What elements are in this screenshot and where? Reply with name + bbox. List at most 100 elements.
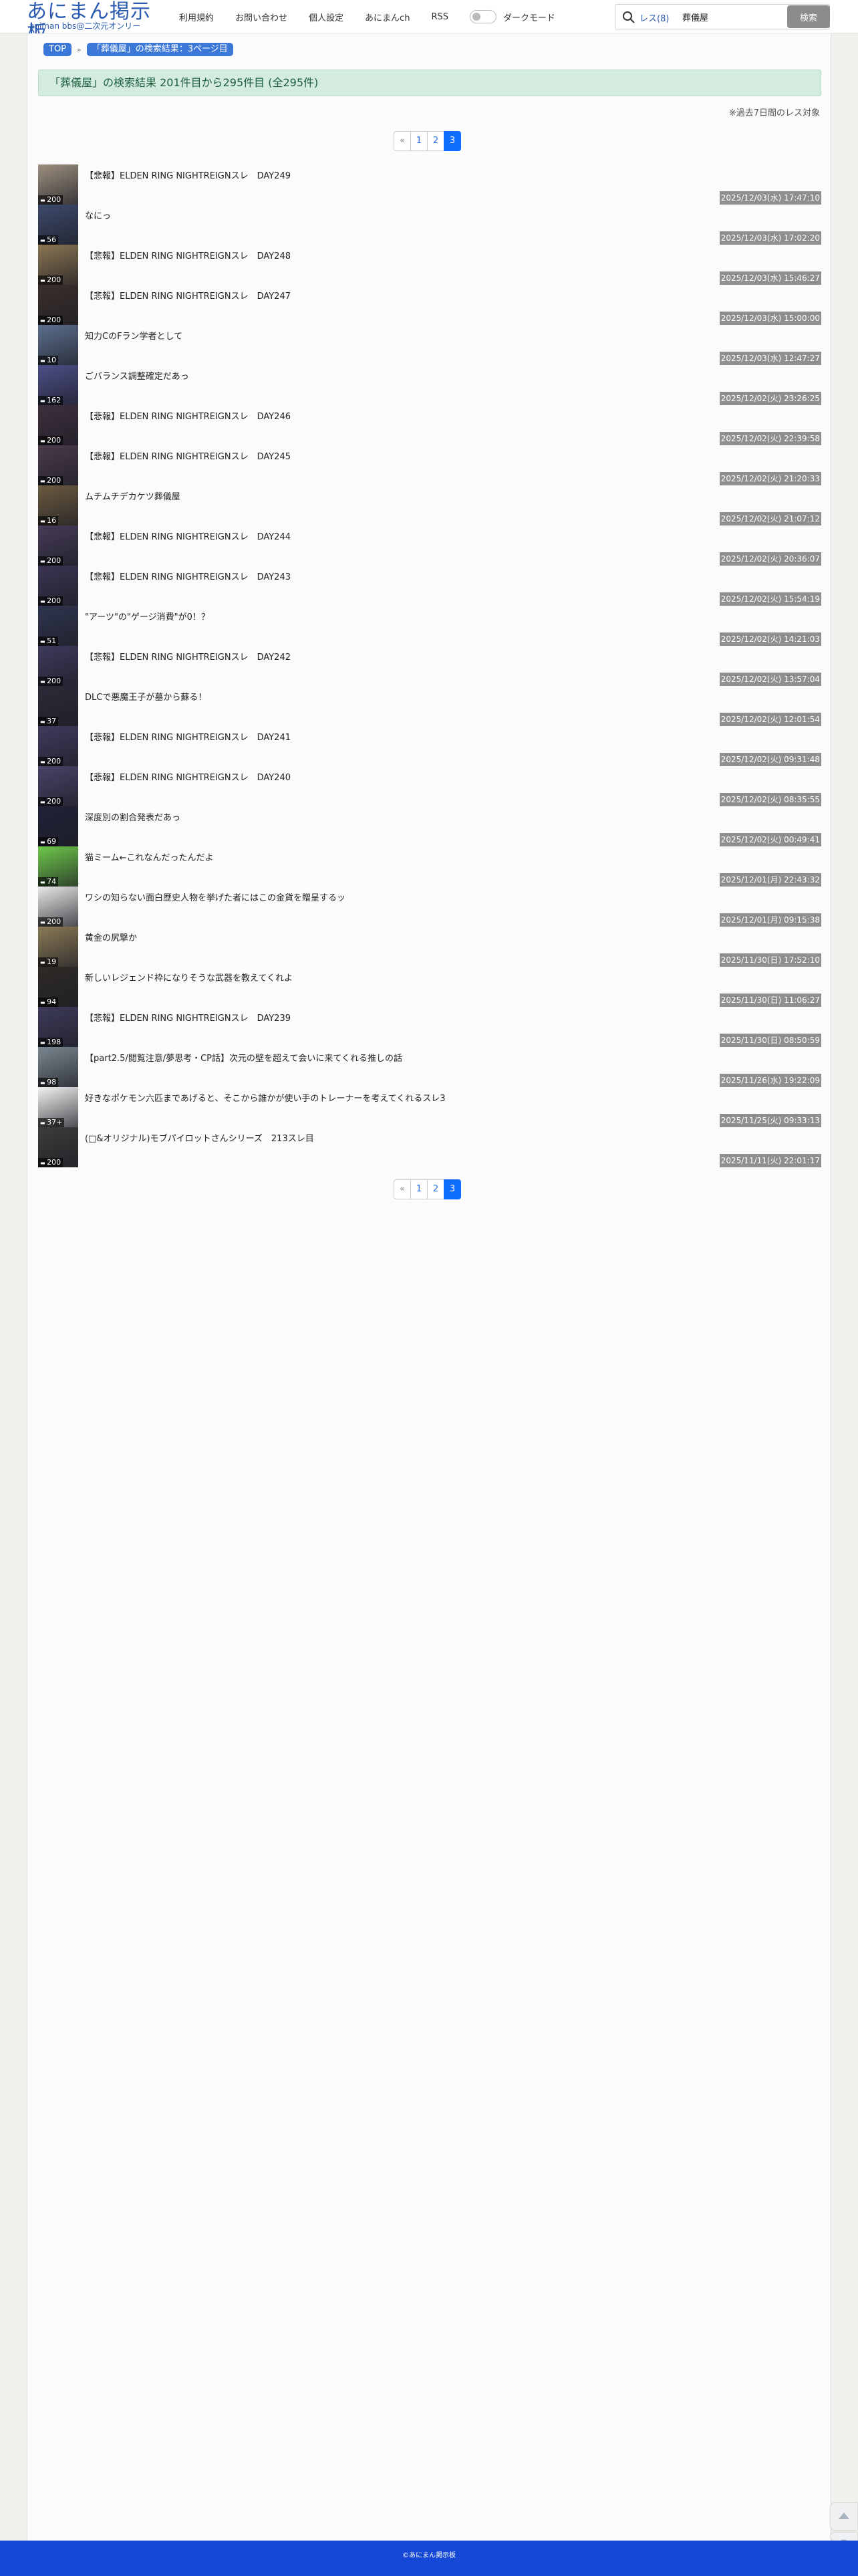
thread-title[interactable]: 【悲報】ELDEN RING NIGHTREIGNスレ DAY245 — [85, 449, 291, 462]
nav-contact[interactable]: お問い合わせ — [235, 11, 287, 23]
scroll-top-button[interactable] — [831, 2503, 857, 2530]
thread-thumbnail[interactable]: ▬ 98 — [38, 1047, 78, 1087]
nav-rss[interactable]: RSS — [431, 12, 448, 22]
thread-title[interactable]: 【悲報】ELDEN RING NIGHTREIGNスレ DAY239 — [85, 1011, 291, 1024]
thread-row[interactable]: ▬ 200 【悲報】ELDEN RING NIGHTREIGNスレ DAY245 2… — [38, 445, 821, 485]
site-logo[interactable]: あにまん掲示板 animan bbs@二次元オンリー — [27, 1, 164, 44]
thread-thumbnail[interactable]: ▬ 200 — [38, 887, 78, 927]
thread-thumbnail[interactable]: ▬ 200 — [38, 245, 78, 285]
thread-title[interactable]: なにっ — [85, 209, 111, 221]
thread-title[interactable]: 【悲報】ELDEN RING NIGHTREIGNスレ DAY241 — [85, 730, 291, 743]
thread-row[interactable]: ▬ 74 猫ミーム←これなんだったんだよ 2025/12/01(月) 22:43:3… — [38, 846, 821, 887]
thread-thumbnail[interactable]: ▬ 200 — [38, 285, 78, 325]
thread-title[interactable]: 【悲報】ELDEN RING NIGHTREIGNスレ DAY242 — [85, 650, 291, 663]
search-scope-select[interactable]: レス(8) — [639, 11, 669, 24]
thread-thumbnail[interactable]: ▬ 37 — [38, 686, 78, 726]
thread-thumbnail[interactable]: ▬ 200 — [38, 164, 78, 205]
thread-title[interactable]: DLCで悪魔王子が墓から蘇る！ — [85, 690, 206, 703]
thread-thumbnail[interactable]: ▬ 74 — [38, 846, 78, 887]
nav-terms[interactable]: 利用規約 — [179, 11, 214, 23]
thread-title[interactable]: 深度別の割合発表だあっ — [85, 810, 180, 823]
thread-row[interactable]: ▬ 56 なにっ 2025/12/03(水) 17:02:20 — [38, 205, 821, 245]
pagination-page-3[interactable]: 3 — [444, 1179, 461, 1199]
thread-thumbnail[interactable]: ▬ 51 — [38, 606, 78, 646]
thread-row[interactable]: ▬ 200 【悲報】ELDEN RING NIGHTREIGNスレ DAY242 2… — [38, 646, 821, 686]
thread-row[interactable]: ▬ 10 知力CのFラン学者として 2025/12/03(水) 12:47:27 — [38, 325, 821, 365]
thread-title[interactable]: ワシの知らない面白歴史人物を挙げた者にはこの金貨を贈呈するッ — [85, 891, 345, 903]
reply-count-badge: ▬ 37+ — [38, 1118, 65, 1127]
reply-count: 51 — [47, 636, 57, 645]
pagination-page-3[interactable]: 3 — [444, 131, 461, 151]
thread-thumbnail[interactable]: ▬ 37+ — [38, 1087, 78, 1127]
thread-row[interactable]: ▬ 19 黄金の尻撃か 2025/11/30(日) 17:52:10 — [38, 927, 821, 967]
thread-title[interactable]: 【悲報】ELDEN RING NIGHTREIGNスレ DAY240 — [85, 770, 291, 783]
thread-row[interactable]: ▬ 200 【悲報】ELDEN RING NIGHTREIGNスレ DAY241 2… — [38, 726, 821, 766]
thread-thumbnail[interactable]: ▬ 56 — [38, 205, 78, 245]
thread-row[interactable]: ▬ 200 【悲報】ELDEN RING NIGHTREIGNスレ DAY248 2… — [38, 245, 821, 285]
thread-thumbnail[interactable]: ▬ 200 — [38, 445, 78, 485]
thread-row[interactable]: ▬ 94 新しいレジェンド枠になりそうな武器を教えてくれよ 2025/11/30(日… — [38, 967, 821, 1007]
thread-title[interactable]: 【悲報】ELDEN RING NIGHTREIGNスレ DAY246 — [85, 409, 291, 422]
thread-row[interactable]: ▬ 200 【悲報】ELDEN RING NIGHTREIGNスレ DAY247 2… — [38, 285, 821, 325]
thread-row[interactable]: ▬ 37 DLCで悪魔王子が墓から蘇る！ 2025/12/02(火) 12:01:5… — [38, 686, 821, 726]
thread-thumbnail[interactable]: ▬ 200 — [38, 726, 78, 766]
thread-thumbnail[interactable]: ▬ 200 — [38, 405, 78, 445]
breadcrumb-top[interactable]: TOP — [43, 43, 72, 56]
thread-title[interactable]: ごバランス調整確定だあっ — [85, 369, 189, 382]
pagination-page-1[interactable]: 1 — [410, 131, 428, 151]
thread-thumbnail[interactable]: ▬ 19 — [38, 927, 78, 967]
thread-row[interactable]: ▬ 162 ごバランス調整確定だあっ 2025/12/02(火) 23:26:25 — [38, 365, 821, 405]
thread-thumbnail[interactable]: ▬ 69 — [38, 806, 78, 846]
thread-title[interactable]: (□&オリジナル)モブパイロットさんシリーズ 213スレ目 — [85, 1131, 314, 1144]
thread-row[interactable]: ▬ 200 【悲報】ELDEN RING NIGHTREIGNスレ DAY243 2… — [38, 566, 821, 606]
thread-thumbnail[interactable]: ▬ 200 — [38, 566, 78, 606]
thread-thumbnail[interactable]: ▬ 16 — [38, 485, 78, 525]
thread-thumbnail[interactable]: ▬ 200 — [38, 766, 78, 806]
thread-title[interactable]: 【悲報】ELDEN RING NIGHTREIGNスレ DAY248 — [85, 249, 291, 261]
thread-row[interactable]: ▬ 200 【悲報】ELDEN RING NIGHTREIGNスレ DAY246 2… — [38, 405, 821, 445]
thread-thumbnail[interactable]: ▬ 162 — [38, 365, 78, 405]
thread-thumbnail[interactable]: ▬ 94 — [38, 967, 78, 1007]
thread-title[interactable]: 【悲報】ELDEN RING NIGHTREIGNスレ DAY244 — [85, 530, 291, 542]
thread-row[interactable]: ▬ 200 ワシの知らない面白歴史人物を挙げた者にはこの金貨を贈呈するッ 2025/… — [38, 887, 821, 927]
thread-row[interactable]: ▬ 200 (□&オリジナル)モブパイロットさんシリーズ 213スレ目 2025/1… — [38, 1127, 821, 1167]
search-input[interactable] — [682, 9, 762, 25]
nav-animanch[interactable]: あにまんch — [365, 11, 410, 23]
breadcrumb-current[interactable]: 「葬儀屋」の検索結果：3ページ目 — [86, 43, 233, 56]
thread-title[interactable]: 【悲報】ELDEN RING NIGHTREIGNスレ DAY249 — [85, 168, 291, 181]
thread-title[interactable]: 黄金の尻撃か — [85, 931, 137, 943]
pagination-prev[interactable]: « — [394, 1179, 411, 1199]
thread-thumbnail[interactable]: ▬ 10 — [38, 325, 78, 365]
pagination-page-2[interactable]: 2 — [427, 1179, 444, 1199]
nav-settings[interactable]: 個人設定 — [309, 11, 343, 23]
thread-thumbnail[interactable]: ▬ 200 — [38, 646, 78, 686]
dark-mode-toggle[interactable] — [469, 10, 496, 23]
thread-row[interactable]: ▬ 37+ 好きなポケモン六匹まであげると、そこから誰かが使い手のトレーナーを考え… — [38, 1087, 821, 1127]
search-button[interactable]: 検索 — [787, 5, 830, 28]
thread-title[interactable]: 猫ミーム←これなんだったんだよ — [85, 850, 214, 863]
reload-button[interactable] — [831, 2533, 857, 2541]
thread-row[interactable]: ▬ 16 ムチムチデカケツ葬儀屋 2025/12/02(火) 21:07:12 — [38, 485, 821, 525]
thread-row[interactable]: ▬ 98 【part2.5/閲覧注意/夢思考・CP話】次元の壁を超えて会いに来てく… — [38, 1047, 821, 1087]
thread-row[interactable]: ▬ 200 【悲報】ELDEN RING NIGHTREIGNスレ DAY244 2… — [38, 525, 821, 566]
thread-thumbnail[interactable]: ▬ 198 — [38, 1007, 78, 1047]
pagination-page-2[interactable]: 2 — [427, 131, 444, 151]
thread-thumbnail[interactable]: ▬ 200 — [38, 1127, 78, 1167]
thread-title[interactable]: 【悲報】ELDEN RING NIGHTREIGNスレ DAY247 — [85, 289, 291, 302]
thread-title[interactable]: 好きなポケモン六匹まであげると、そこから誰かが使い手のトレーナーを考えてくれるス… — [85, 1091, 446, 1104]
thread-row[interactable]: ▬ 200 【悲報】ELDEN RING NIGHTREIGNスレ DAY249 2… — [38, 164, 821, 205]
thread-title[interactable]: 【悲報】ELDEN RING NIGHTREIGNスレ DAY243 — [85, 570, 291, 582]
thread-row[interactable]: ▬ 198 【悲報】ELDEN RING NIGHTREIGNスレ DAY239 2… — [38, 1007, 821, 1047]
thread-title[interactable]: 知力CのFラン学者として — [85, 329, 182, 342]
pagination-page-1[interactable]: 1 — [410, 1179, 428, 1199]
thread-row[interactable]: ▬ 51 "アーツ"の"ゲージ消費"が0！？ 2025/12/02(火) 14:21… — [38, 606, 821, 646]
reply-count: 200 — [47, 596, 61, 605]
thread-title[interactable]: 【part2.5/閲覧注意/夢思考・CP話】次元の壁を超えて会いに来てくれる推し… — [85, 1051, 402, 1064]
thread-thumbnail[interactable]: ▬ 200 — [38, 525, 78, 566]
pagination-prev[interactable]: « — [394, 131, 411, 151]
thread-title[interactable]: 新しいレジェンド枠になりそうな武器を教えてくれよ — [85, 971, 293, 983]
thread-row[interactable]: ▬ 69 深度別の割合発表だあっ 2025/12/02(火) 00:49:41 — [38, 806, 821, 846]
thread-row[interactable]: ▬ 200 【悲報】ELDEN RING NIGHTREIGNスレ DAY240 2… — [38, 766, 821, 806]
thread-title[interactable]: "アーツ"の"ゲージ消費"が0！？ — [85, 610, 210, 622]
thread-title[interactable]: ムチムチデカケツ葬儀屋 — [85, 489, 180, 502]
